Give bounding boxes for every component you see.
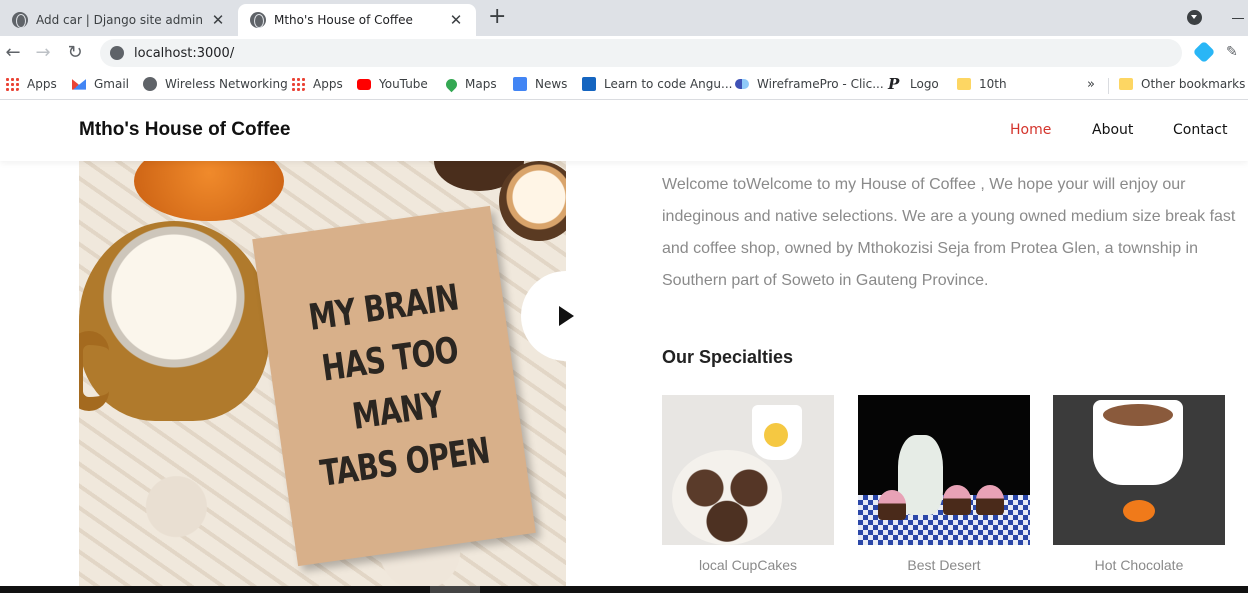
hero-image: MY BRAIN HAS TOO MANY TABS OPEN xyxy=(79,161,566,593)
bookmark-apps-2[interactable]: Apps xyxy=(291,77,343,91)
cupcake-shape xyxy=(878,490,906,520)
notebook-text-line: TABS OPEN xyxy=(317,430,492,495)
tab-title: Mtho's House of Coffee xyxy=(274,13,413,27)
bookmark-label: Wireless Networking xyxy=(165,77,288,91)
tab-strip: Add car | Django site admin ✕ Mtho's Hou… xyxy=(0,0,1248,36)
specialty-caption: Hot Chocolate xyxy=(1094,557,1184,573)
maps-icon xyxy=(443,76,460,92)
specialties-heading: Our Specialties xyxy=(662,347,794,367)
site-header: Mtho's House of Coffee Home About Contac… xyxy=(0,101,1248,161)
bookmark-label: Learn to code Angu... xyxy=(604,77,733,91)
site-info-icon[interactable] xyxy=(110,46,124,60)
nav-home-link[interactable]: Home xyxy=(1010,122,1051,138)
globe-icon xyxy=(143,77,157,91)
reload-icon[interactable]: ↻ xyxy=(64,42,86,64)
horizontal-scrollbar[interactable] xyxy=(0,586,1248,593)
site-logo[interactable]: Mtho's House of Coffee xyxy=(79,119,290,141)
notebook: MY BRAIN HAS TOO MANY TABS OPEN xyxy=(252,205,536,567)
bookmark-10th[interactable]: 10th xyxy=(957,77,1007,91)
plate-shape xyxy=(672,450,782,545)
bookmark-label: Logo xyxy=(910,77,939,91)
bookmark-separator xyxy=(1108,78,1109,94)
cupcake-shape xyxy=(499,161,566,241)
pumpkin-shape xyxy=(134,161,284,221)
bookmark-label: WireframePro - Clic... xyxy=(757,77,884,91)
bookmark-news[interactable]: News xyxy=(513,77,567,91)
play-button-icon[interactable] xyxy=(521,271,611,361)
cupcake-shape xyxy=(943,485,971,515)
bookmark-gmail[interactable]: Gmail xyxy=(72,77,129,91)
bookmark-learn-angular[interactable]: Learn to code Angu... xyxy=(582,77,732,91)
bookmark-youtube[interactable]: YouTube xyxy=(357,77,428,91)
learn-icon xyxy=(582,77,596,91)
tab-house-of-coffee[interactable]: Mtho's House of Coffee ✕ xyxy=(238,4,476,36)
eyedropper-icon[interactable]: ✎ xyxy=(1226,44,1242,60)
intro-paragraph: Welcome toWelcome to my House of Coffee … xyxy=(662,176,1236,289)
tab-title: Add car | Django site admin xyxy=(36,13,203,27)
folder-icon xyxy=(957,78,971,90)
orange-slice-shape xyxy=(1123,500,1155,522)
bookmark-label: Other bookmarks xyxy=(1141,77,1246,91)
specialty-caption: local CupCakes xyxy=(698,557,798,573)
back-arrow-icon[interactable]: ← xyxy=(2,42,24,64)
browser-toolbar: ← → ↻ localhost:3000/ ✎ xyxy=(0,36,1248,70)
page-content: Mtho's House of Coffee Home About Contac… xyxy=(0,101,1248,593)
apps-grid-icon xyxy=(291,77,305,91)
specialty-card[interactable]: local CupCakes xyxy=(662,395,834,573)
folder-icon xyxy=(1119,78,1133,90)
globe-icon xyxy=(12,12,28,28)
specialty-card[interactable]: Best Desert xyxy=(858,395,1030,573)
extension-icon[interactable] xyxy=(1192,40,1216,64)
news-icon xyxy=(513,77,527,91)
other-bookmarks[interactable]: Other bookmarks xyxy=(1119,77,1245,91)
cupcakes-image xyxy=(662,395,834,545)
new-tab-button[interactable]: + xyxy=(488,6,506,28)
bookmark-logo[interactable]: P Logo xyxy=(888,75,939,93)
apps-grid-icon xyxy=(5,77,19,91)
close-icon[interactable]: ✕ xyxy=(448,11,464,29)
close-icon[interactable]: ✕ xyxy=(210,11,226,29)
bookmark-wireframepro[interactable]: WireframePro - Clic... xyxy=(735,77,884,91)
tab-django-admin[interactable]: Add car | Django site admin ✕ xyxy=(0,4,238,36)
url-text: localhost:3000/ xyxy=(134,45,235,61)
minimize-button[interactable] xyxy=(1232,18,1244,19)
bookmark-wireless-networking[interactable]: Wireless Networking xyxy=(143,77,288,91)
bookmark-apps[interactable]: Apps xyxy=(5,77,57,91)
coffee-cup-shape xyxy=(752,405,802,460)
forward-arrow-icon[interactable]: → xyxy=(32,42,54,64)
cupcake-shape xyxy=(976,485,1004,515)
address-bar[interactable]: localhost:3000/ xyxy=(100,39,1182,67)
youtube-icon xyxy=(357,78,371,90)
bookmark-label: 10th xyxy=(979,77,1007,91)
globe-icon xyxy=(250,12,266,28)
hot-chocolate-image xyxy=(1053,395,1225,545)
gmail-icon xyxy=(72,79,86,90)
nav-contact-link[interactable]: Contact xyxy=(1173,122,1227,138)
bookmarks-bar: Apps Gmail Wireless Networking Apps YouT… xyxy=(0,70,1248,100)
chevron-right-icon[interactable]: » xyxy=(1087,77,1095,92)
bookmark-label: Apps xyxy=(27,77,57,91)
scrollbar-thumb[interactable] xyxy=(430,586,480,593)
wireframepro-icon xyxy=(735,79,749,89)
nav-about-link[interactable]: About xyxy=(1092,122,1133,138)
bookmark-label: Apps xyxy=(313,77,343,91)
specialty-card[interactable]: Hot Chocolate xyxy=(1053,395,1225,573)
dessert-image xyxy=(858,395,1030,545)
p-logo-icon: P xyxy=(888,75,900,93)
mug-handle-shape xyxy=(79,331,109,411)
bookmark-label: Maps xyxy=(465,77,497,91)
bookmark-label: News xyxy=(535,77,568,91)
tab-search-icon[interactable] xyxy=(1187,10,1202,25)
specialty-caption: Best Desert xyxy=(907,557,981,573)
cup-shape xyxy=(1093,400,1183,485)
bookmark-maps[interactable]: Maps xyxy=(443,76,497,92)
bookmark-label: YouTube xyxy=(379,77,428,91)
bookmark-label: Gmail xyxy=(94,77,130,91)
